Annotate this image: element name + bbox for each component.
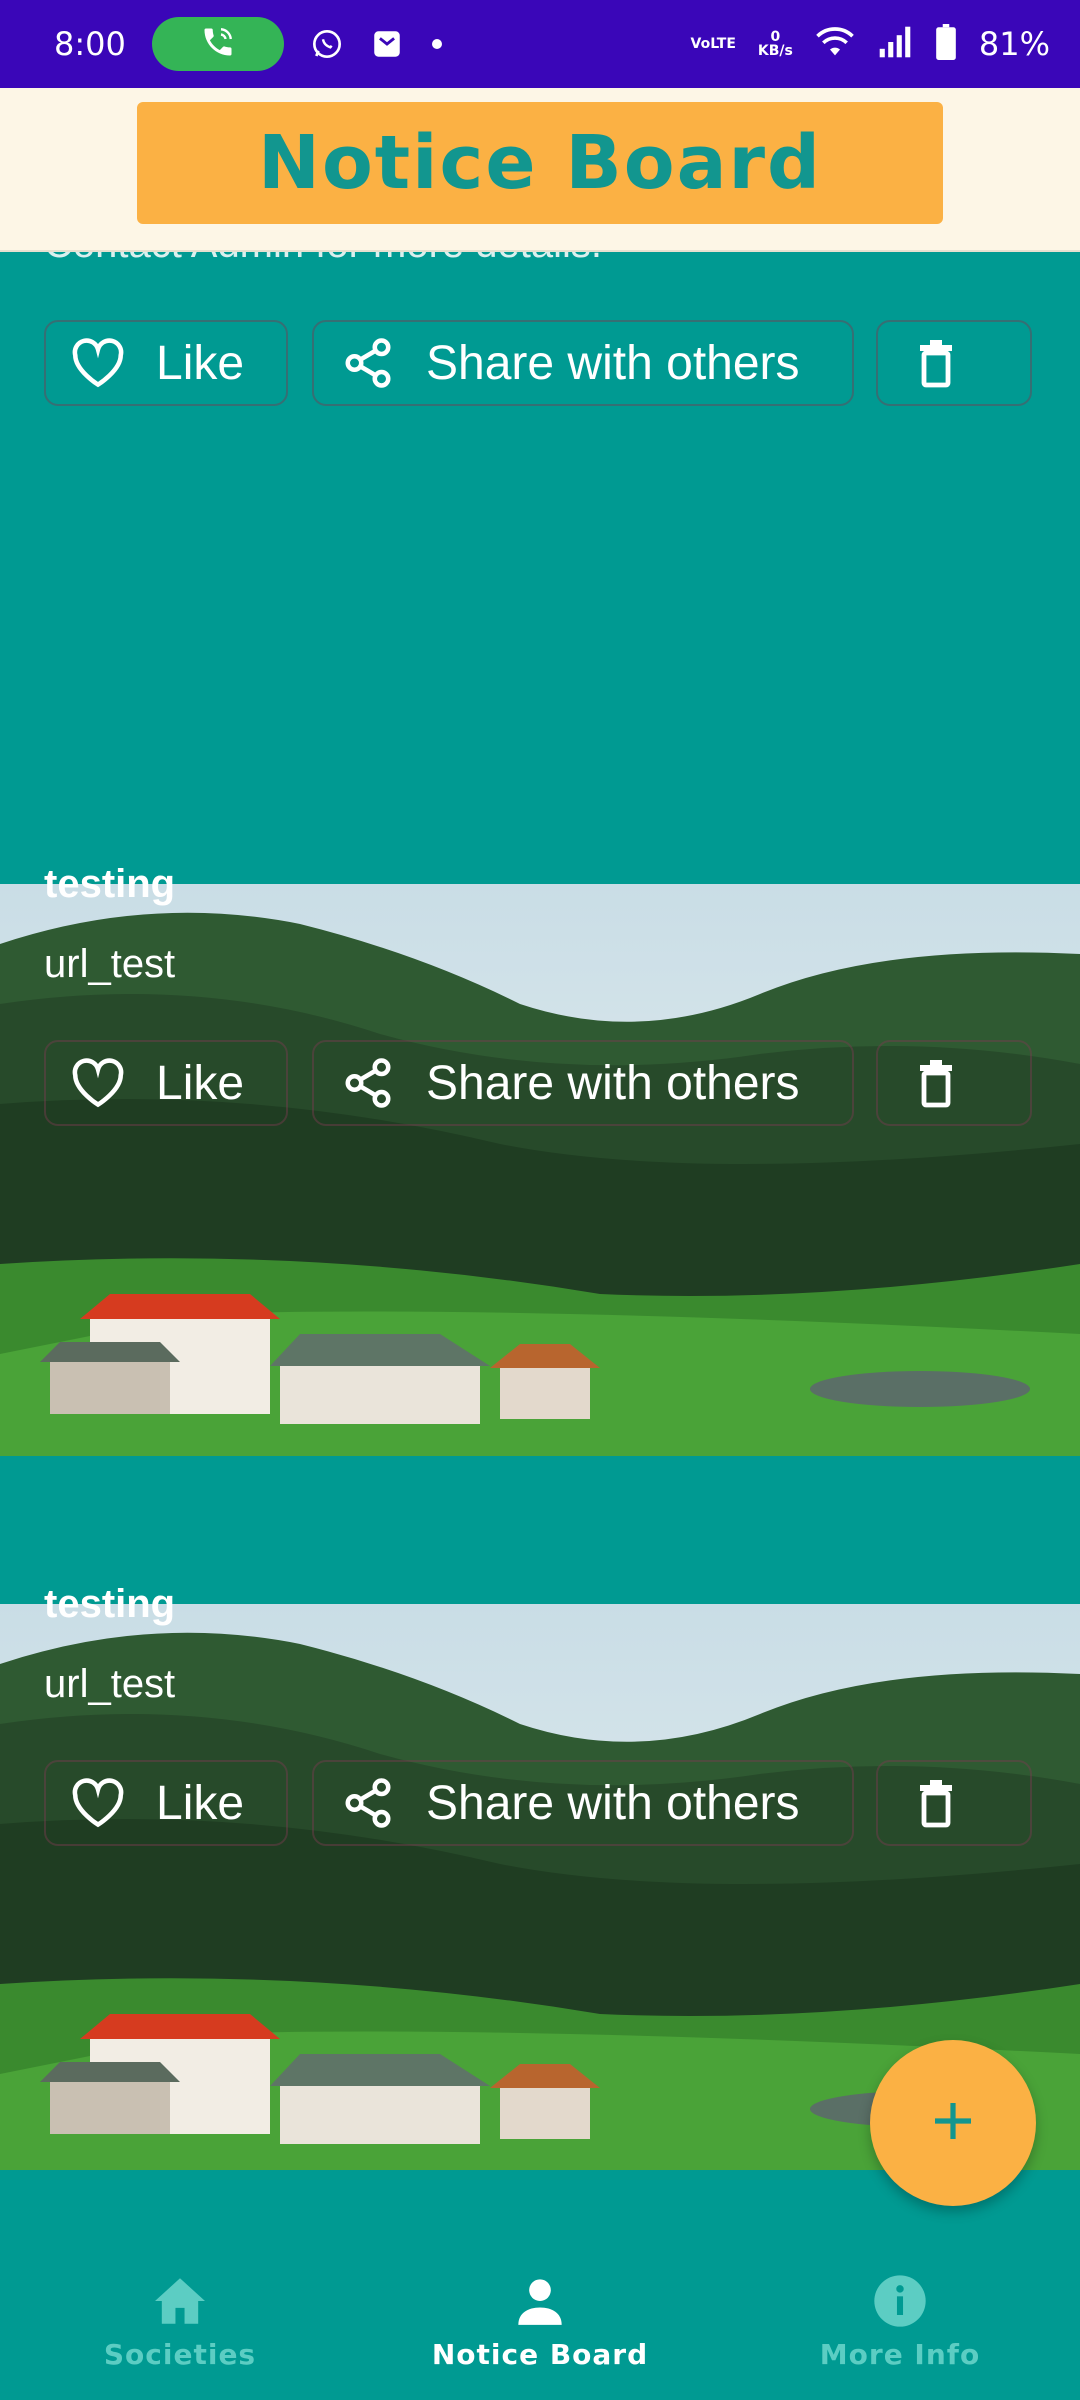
share-label: Share with others xyxy=(426,1056,800,1110)
share-icon xyxy=(340,1055,396,1111)
app-header: Notice Board xyxy=(0,88,1080,252)
plus-icon xyxy=(929,2097,977,2150)
person-icon xyxy=(511,2272,569,2330)
heart-icon xyxy=(70,1055,126,1111)
page-title: Notice Board xyxy=(258,120,822,206)
nav-label-notice-board: Notice Board xyxy=(431,2338,649,2371)
delete-button[interactable] xyxy=(876,1760,1032,1846)
trash-icon xyxy=(912,1775,960,1831)
like-button[interactable]: Like xyxy=(44,1040,288,1126)
trash-icon xyxy=(912,1055,960,1111)
title-banner: Notice Board xyxy=(137,102,943,224)
post-body: url_test xyxy=(44,1662,176,1706)
share-label: Share with others xyxy=(426,1776,800,1830)
heart-icon xyxy=(70,1775,126,1831)
nav-item-societies[interactable]: Societies xyxy=(0,2176,360,2400)
like-button[interactable]: Like xyxy=(44,1760,288,1846)
like-label: Like xyxy=(156,1776,245,1830)
nav-label-more-info: More Info xyxy=(819,2338,981,2371)
delete-button[interactable] xyxy=(876,1040,1032,1126)
share-label: Share with others xyxy=(426,336,800,390)
notice-feed[interactable]: Contact Admin for more details. Like Sha… xyxy=(0,0,1080,2170)
share-button[interactable]: Share with others xyxy=(312,1040,854,1126)
nav-item-notice-board[interactable]: Notice Board xyxy=(360,2176,720,2400)
like-button[interactable]: Like xyxy=(44,320,288,406)
like-label: Like xyxy=(156,336,245,390)
add-notice-button[interactable] xyxy=(870,2040,1036,2206)
info-icon xyxy=(871,2272,929,2330)
heart-icon xyxy=(70,335,126,391)
share-icon xyxy=(340,1775,396,1831)
trash-icon xyxy=(912,335,960,391)
post-title: testing xyxy=(44,1582,176,1626)
post-body: url_test xyxy=(44,942,176,986)
share-button[interactable]: Share with others xyxy=(312,320,854,406)
post-title: testing xyxy=(44,862,176,906)
nav-label-societies: Societies xyxy=(103,2338,257,2371)
home-icon xyxy=(151,2272,209,2330)
nav-item-more-info[interactable]: More Info xyxy=(720,2176,1080,2400)
bottom-navigation: Societies Notice Board More Info xyxy=(0,2176,1080,2400)
share-button[interactable]: Share with others xyxy=(312,1760,854,1846)
like-label: Like xyxy=(156,1056,245,1110)
delete-button[interactable] xyxy=(876,320,1032,406)
share-icon xyxy=(340,335,396,391)
